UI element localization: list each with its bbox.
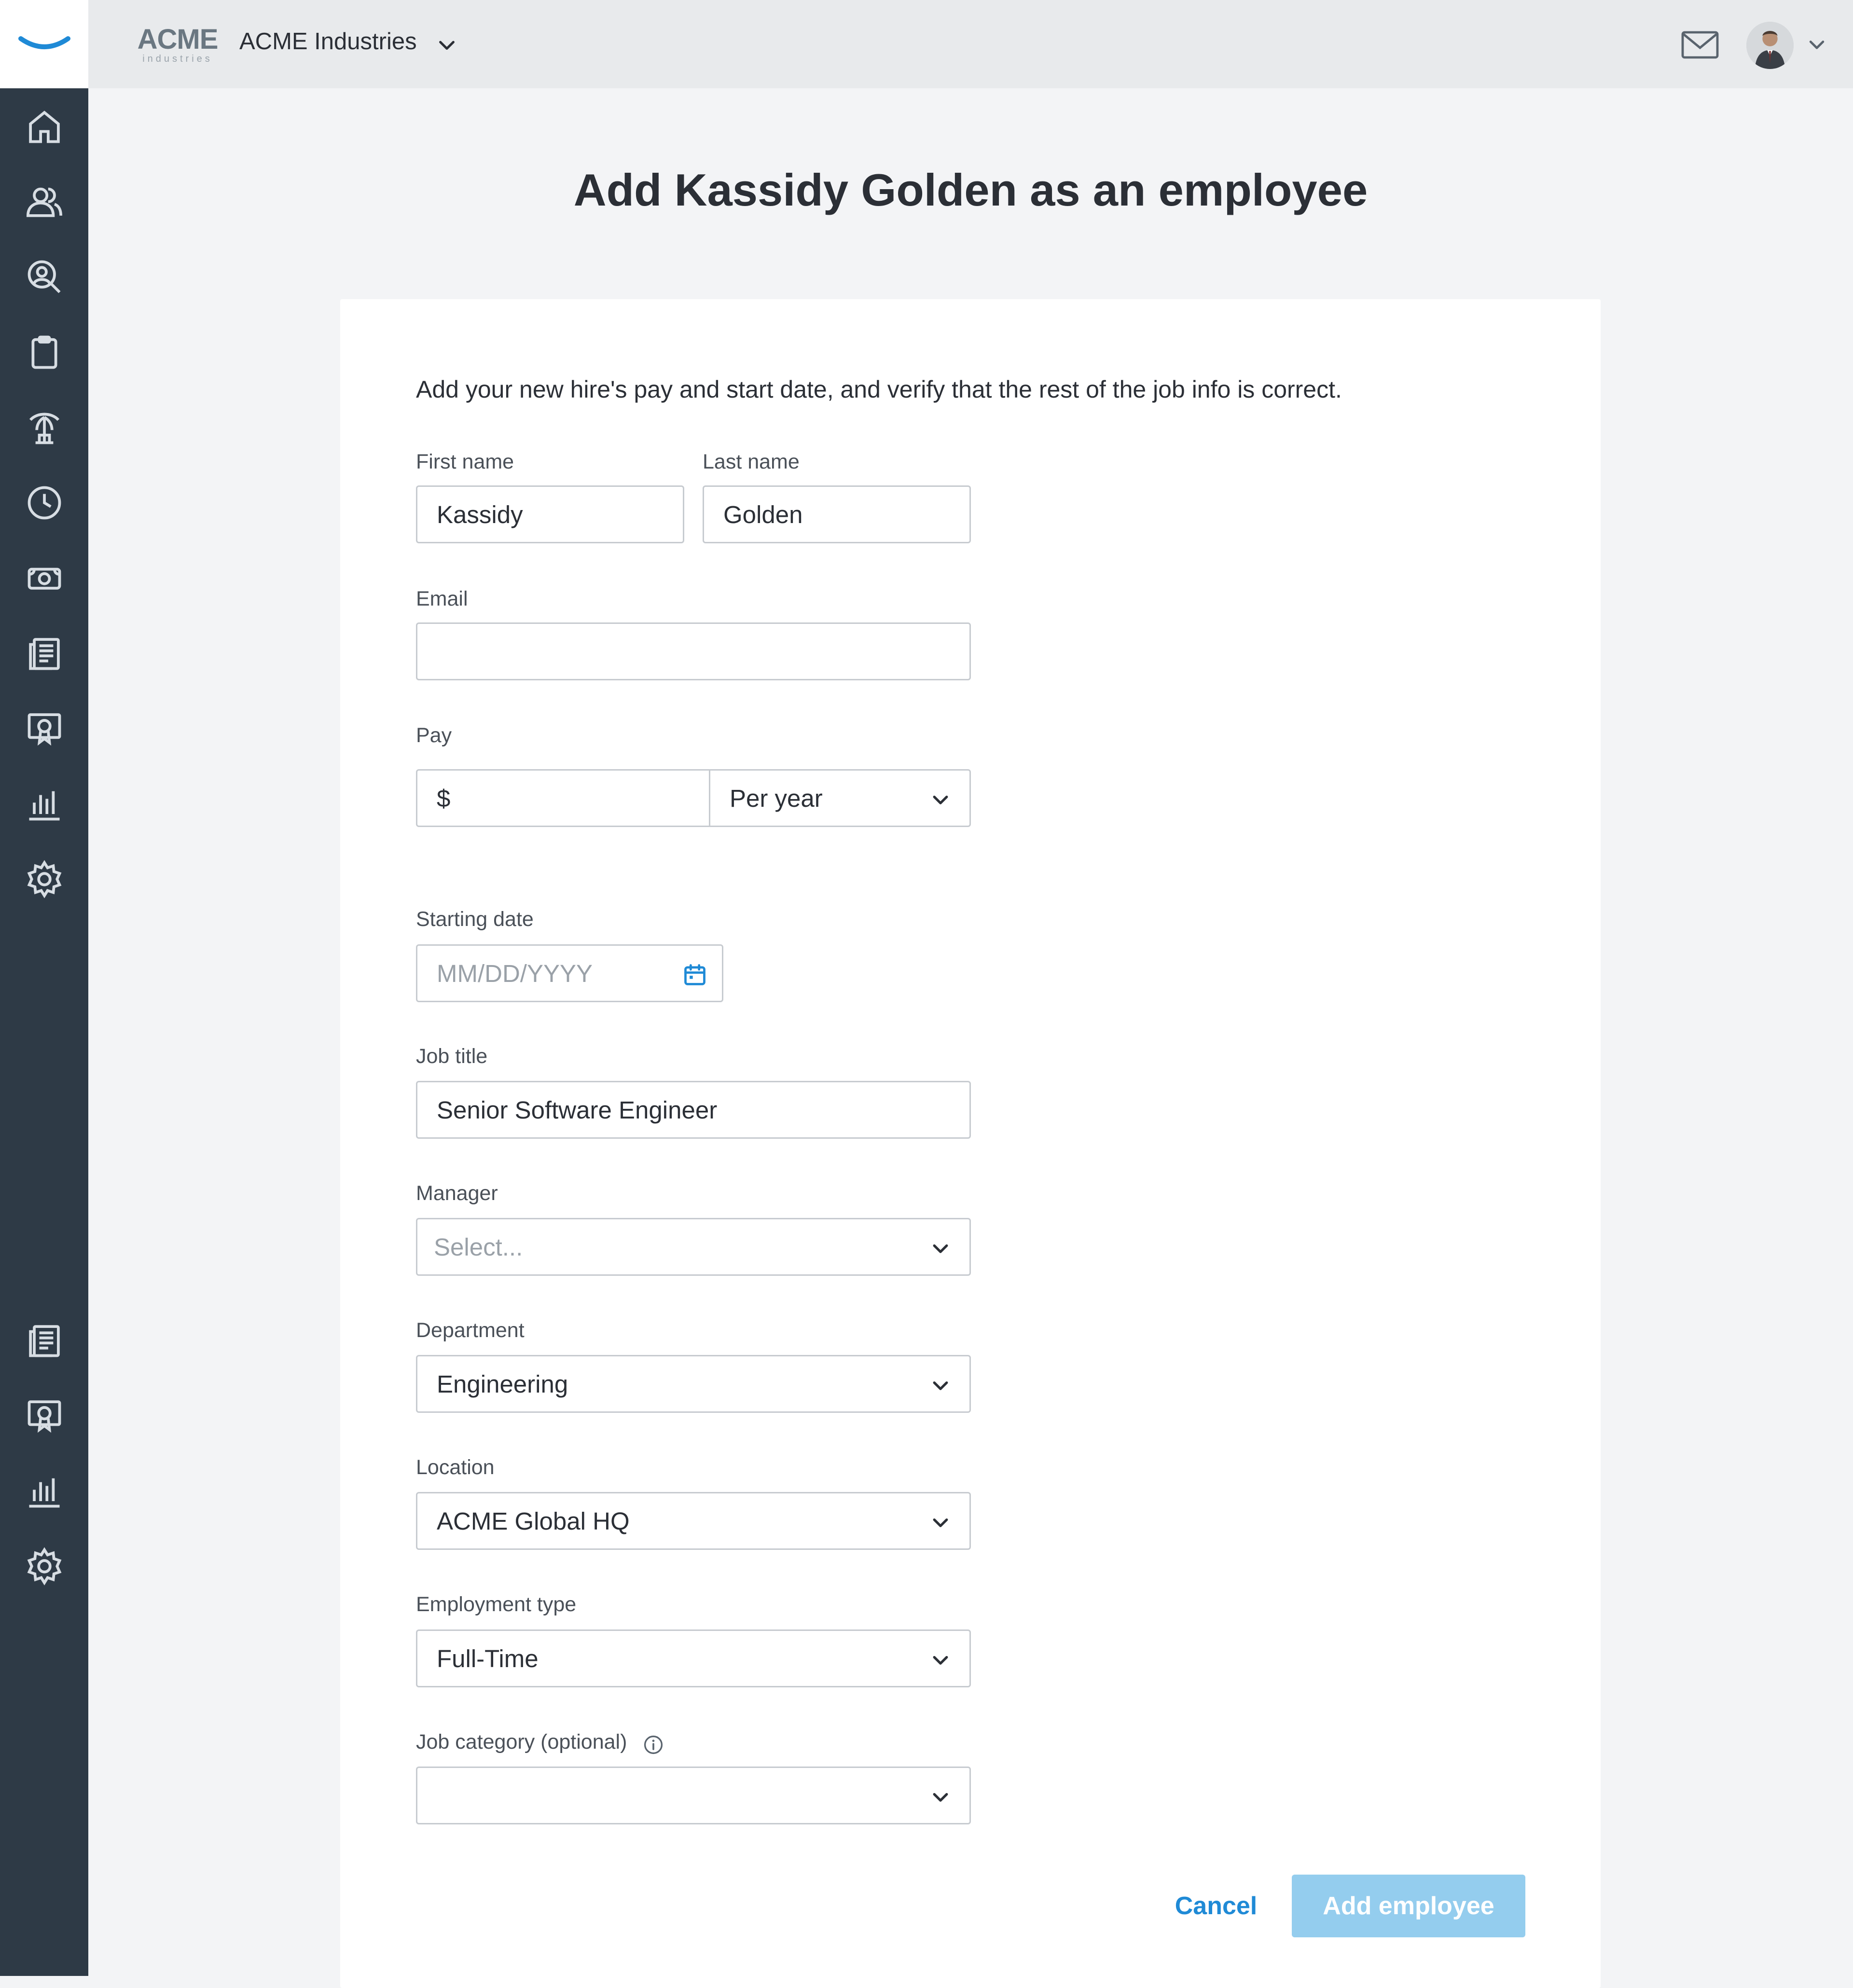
employment-type-label: Employment type (416, 1593, 577, 1616)
manager-placeholder: Select... (434, 1233, 523, 1261)
nav-reports-icon[interactable] (20, 780, 69, 828)
company-logo-text: ACME (137, 24, 219, 55)
company-switcher-label[interactable]: ACME Industries (239, 28, 417, 55)
employment-type-select[interactable]: Full-Time (416, 1629, 971, 1687)
chevron-down-icon (933, 1518, 948, 1527)
starting-date-input[interactable]: MM/DD/YYYY (416, 944, 723, 1002)
job-category-label: Job category (optional) (416, 1730, 627, 1753)
user-photo-icon (1746, 22, 1794, 69)
chevron-down-icon (933, 1381, 948, 1390)
nav-settings-icon[interactable] (20, 855, 69, 903)
page-title: Add Kassidy Golden as an employee (573, 165, 1368, 215)
add-employee-button[interactable]: Add employee (1292, 1875, 1525, 1937)
pay-period-select[interactable]: Per year (709, 769, 971, 827)
last-name-value: Golden (723, 500, 803, 528)
chevron-down-icon (933, 795, 948, 804)
job-title-label: Job title (416, 1045, 488, 1068)
nav-time-off-icon[interactable] (20, 403, 69, 452)
department-label: Department (416, 1319, 525, 1342)
job-title-input[interactable]: Senior Software Engineer (416, 1081, 971, 1139)
nav-training-icon[interactable] (20, 1392, 69, 1440)
cancel-button[interactable]: Cancel (1153, 1875, 1279, 1937)
info-icon[interactable] (643, 1734, 664, 1755)
chevron-down-icon (933, 1244, 948, 1253)
manager-label: Manager (416, 1182, 498, 1205)
nav-recruiting-icon[interactable] (20, 253, 69, 301)
user-avatar[interactable] (1746, 22, 1794, 69)
nav-clock-icon[interactable] (20, 479, 69, 527)
first-name-input[interactable]: Kassidy (416, 485, 684, 543)
starting-date-label: Starting date (416, 908, 534, 931)
mail-icon[interactable] (1681, 27, 1719, 63)
brand-smile-icon (18, 36, 70, 49)
nav-clipboard-icon[interactable] (20, 328, 69, 376)
pay-amount-input[interactable]: $ (416, 769, 710, 827)
location-select[interactable]: ACME Global HQ (416, 1492, 971, 1550)
location-label: Location (416, 1456, 495, 1479)
chevron-down-icon (933, 1656, 948, 1665)
nav-reports-icon[interactable] (20, 1467, 69, 1515)
nav-settings-icon[interactable] (20, 1542, 69, 1590)
chevron-down-icon (933, 1793, 948, 1802)
form-intro-text: Add your new hire's pay and start date, … (416, 376, 1342, 403)
brand-logo[interactable] (0, 0, 88, 88)
email-input[interactable] (416, 622, 971, 680)
nav-documents-icon[interactable] (20, 1316, 69, 1365)
top-bar: ACME industries ACME Industries (88, 0, 1853, 88)
first-name-label: First name (416, 450, 514, 473)
email-label: Email (416, 587, 468, 610)
nav-training-icon[interactable] (20, 704, 69, 753)
company-logo-subtext: industries (142, 54, 213, 64)
chevron-down-icon[interactable] (1806, 34, 1827, 55)
first-name-value: Kassidy (437, 500, 523, 528)
job-title-value: Senior Software Engineer (437, 1096, 718, 1124)
nav-payroll-icon[interactable] (20, 554, 69, 602)
calendar-icon[interactable] (682, 962, 707, 987)
employment-type-value: Full-Time (437, 1644, 539, 1672)
pay-currency-prefix: $ (437, 784, 451, 812)
department-value: Engineering (437, 1370, 568, 1398)
nav-documents-icon[interactable] (20, 629, 69, 677)
last-name-input[interactable]: Golden (703, 485, 971, 543)
job-category-select[interactable] (416, 1767, 971, 1824)
starting-date-placeholder: MM/DD/YYYY (437, 959, 593, 987)
sidebar (0, 0, 88, 1976)
manager-select[interactable]: Select... (416, 1218, 971, 1276)
pay-label: Pay (416, 724, 452, 747)
department-select[interactable]: Engineering (416, 1355, 971, 1413)
nav-people-icon[interactable] (20, 178, 69, 226)
last-name-label: Last name (703, 450, 800, 473)
chevron-down-icon[interactable] (436, 34, 458, 56)
pay-period-value: Per year (730, 784, 823, 812)
nav-home-icon[interactable] (20, 102, 69, 151)
company-logo: ACME industries (138, 23, 219, 67)
location-value: ACME Global HQ (437, 1507, 630, 1535)
